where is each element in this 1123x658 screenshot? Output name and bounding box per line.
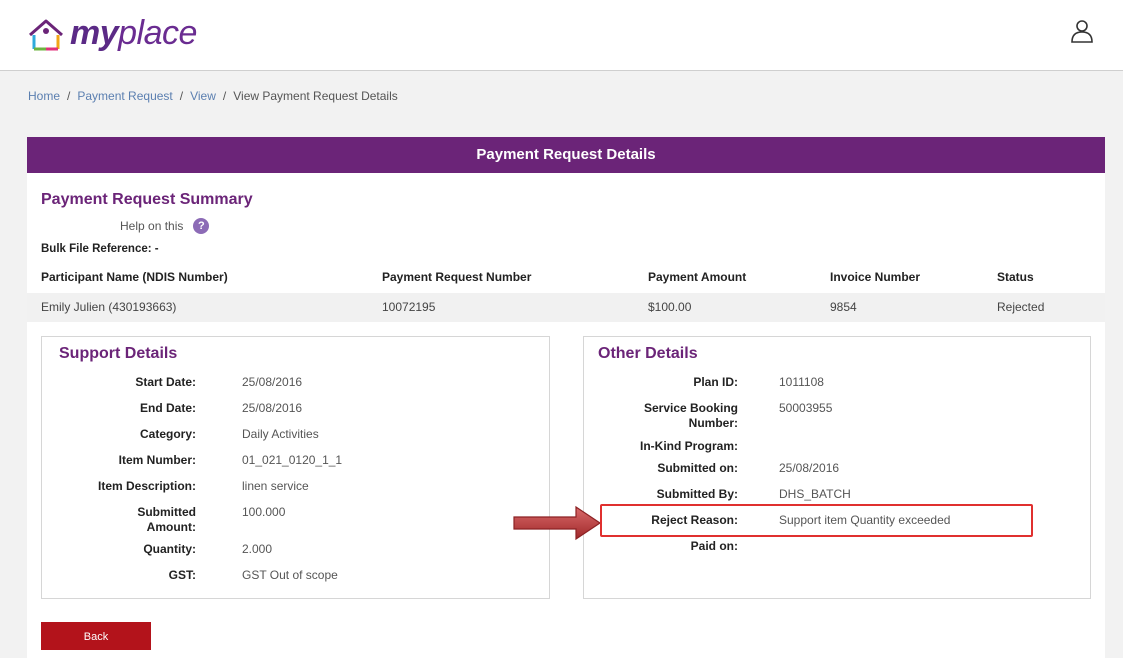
cell-participant: Emily Julien (430193663) bbox=[41, 300, 177, 314]
other-details-title: Other Details bbox=[598, 345, 698, 362]
label-gst: GST: bbox=[168, 568, 196, 582]
column-header-invoice-number: Invoice Number bbox=[830, 270, 921, 284]
label-item-number: Item Number: bbox=[118, 453, 196, 467]
top-header: myplace bbox=[0, 0, 1123, 71]
column-header-payment-amount: Payment Amount bbox=[648, 270, 747, 284]
help-icon[interactable]: ? bbox=[193, 218, 210, 234]
label-quantity: Quantity: bbox=[143, 542, 196, 556]
summary-title: Payment Request Summary bbox=[41, 191, 253, 208]
label-submitted-amount: Submitted Amount: bbox=[137, 505, 196, 534]
value-gst: GST Out of scope bbox=[242, 568, 338, 582]
label-submitted-on: Submitted on: bbox=[657, 461, 738, 475]
value-service-booking-number: 50003955 bbox=[779, 401, 833, 415]
reject-reason-highlight bbox=[600, 504, 1033, 537]
summary-table-header: Participant Name (NDIS Number) Payment R… bbox=[27, 263, 1105, 291]
label-start-date: Start Date: bbox=[135, 375, 196, 389]
value-quantity: 2.000 bbox=[242, 542, 273, 556]
value-submitted-amount: 100.000 bbox=[242, 505, 286, 519]
label-end-date: End Date: bbox=[139, 401, 196, 415]
bulk-file-reference: Bulk File Reference: - bbox=[41, 243, 159, 255]
cell-status: Rejected bbox=[997, 300, 1045, 314]
breadcrumb-separator: / bbox=[67, 89, 71, 103]
label-item-description: Item Description: bbox=[97, 479, 196, 493]
support-details-title: Support Details bbox=[59, 345, 178, 362]
value-start-date: 25/08/2016 bbox=[242, 375, 303, 389]
value-end-date: 25/08/2016 bbox=[242, 401, 303, 415]
help-label: Help on this bbox=[120, 219, 184, 233]
myplace-logo[interactable]: myplace bbox=[26, 14, 197, 53]
breadcrumb-separator: / bbox=[179, 89, 184, 103]
column-header-participant: Participant Name (NDIS Number) bbox=[41, 270, 228, 284]
value-submitted-by: DHS_BATCH bbox=[779, 487, 851, 501]
logo-text-my: my bbox=[70, 14, 119, 52]
table-row: Emily Julien (430193663) 10072195 $100.0… bbox=[27, 293, 1105, 322]
breadcrumb-view[interactable]: View bbox=[190, 89, 216, 103]
label-paid-on: Paid on: bbox=[690, 539, 738, 553]
breadcrumb-current: View Payment Request Details bbox=[233, 89, 398, 103]
logo-text-place: place bbox=[118, 14, 197, 52]
value-category: Daily Activities bbox=[242, 427, 319, 441]
label-submitted-by: Submitted By: bbox=[656, 487, 738, 501]
cell-payment-amount: $100.00 bbox=[648, 300, 692, 314]
support-details-box: Support Details Start Date: 25/08/2016 E… bbox=[41, 336, 550, 599]
label-plan-id: Plan ID: bbox=[693, 375, 738, 389]
label-category: Category: bbox=[139, 427, 196, 441]
cell-invoice-number: 9854 bbox=[830, 300, 857, 314]
breadcrumb-home[interactable]: Home bbox=[28, 89, 60, 103]
value-plan-id: 1011108 bbox=[779, 375, 824, 389]
column-header-status: Status bbox=[997, 270, 1034, 284]
label-service-booking-number: Service Booking Number: bbox=[643, 401, 738, 430]
help-link[interactable]: Help on this ? bbox=[120, 218, 210, 234]
value-item-description: linen service bbox=[242, 479, 309, 493]
cell-payment-request-number: 10072195 bbox=[382, 300, 436, 314]
breadcrumb-payment-request[interactable]: Payment Request bbox=[77, 89, 172, 103]
logo-text: myplace bbox=[70, 14, 197, 53]
house-logo-icon bbox=[29, 19, 63, 50]
back-button[interactable]: Back bbox=[41, 622, 151, 650]
breadcrumb: Home / Payment Request / View / View Payment R… bbox=[28, 89, 398, 103]
user-profile-icon[interactable] bbox=[1069, 18, 1095, 44]
page-title: Payment Request Details bbox=[27, 137, 1105, 173]
value-item-number: 01_021_0120_1_1 bbox=[242, 453, 343, 467]
annotation-arrow-icon bbox=[513, 505, 602, 541]
label-in-kind-program: In-Kind Program: bbox=[640, 439, 738, 453]
column-header-payment-request-number: Payment Request Number bbox=[382, 270, 532, 284]
value-submitted-on: 25/08/2016 bbox=[779, 461, 840, 475]
breadcrumb-separator: / bbox=[222, 89, 227, 103]
other-details-box: Other Details Plan ID: 1011108 Service B… bbox=[583, 336, 1091, 599]
